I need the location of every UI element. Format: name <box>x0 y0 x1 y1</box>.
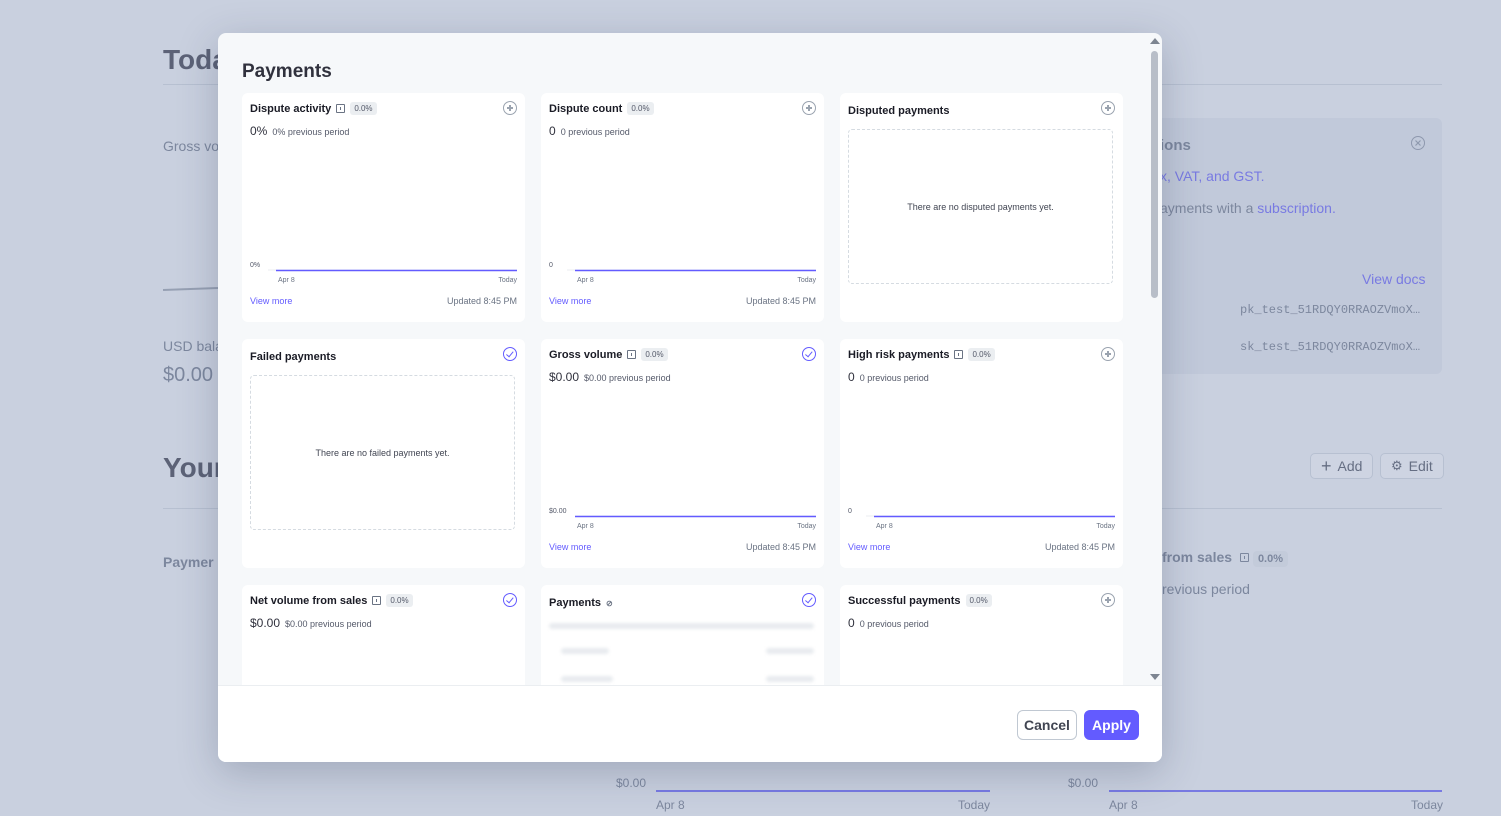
widget-chart <box>575 515 816 518</box>
widget-high-risk-payments[interactable]: High risk payments 0.0% 00 previous perio… <box>840 339 1123 568</box>
info-icon <box>372 596 382 605</box>
modal-title: Payments <box>242 61 332 82</box>
widget-payments[interactable]: Payments ⊘ <box>541 585 824 685</box>
view-more-link[interactable]: View more <box>549 542 591 552</box>
y-axis-zero: 0% <box>250 262 261 269</box>
eye-off-icon: ⊘ <box>605 598 613 608</box>
widget-dispute-activity[interactable]: Dispute activity 0.0% 0% 0% previous perio… <box>242 93 525 322</box>
cancel-button[interactable]: Cancel <box>1017 710 1077 740</box>
previous-value: 0 previous period <box>859 619 929 629</box>
modal-footer: Cancel Apply <box>218 685 1162 762</box>
widget-title: Disputed payments <box>848 105 950 117</box>
placeholder-row <box>766 676 814 682</box>
view-more-link[interactable]: View more <box>250 296 292 306</box>
x-axis-end: Today <box>797 277 816 284</box>
y-axis-zero: 0 <box>848 508 852 515</box>
updated-time: Updated 8:45 PM <box>745 296 816 306</box>
placeholder-row <box>561 648 609 654</box>
widget-failed-payments[interactable]: Failed payments There are no failed paym… <box>242 339 525 568</box>
y-axis-zero: $0.00 <box>549 508 567 515</box>
check-circle-icon[interactable] <box>802 593 816 607</box>
payments-widget-modal: Payments Dispute activity 0.0% 0% 0% previ… <box>218 33 1162 762</box>
widget-title: Failed payments <box>250 351 337 363</box>
updated-time: Updated 8:45 PM <box>745 542 816 552</box>
current-value: 0 <box>848 616 855 630</box>
widget-title-text: Net volume from sales <box>250 594 368 607</box>
x-axis-start: Apr 8 <box>278 277 295 284</box>
widget-chart <box>866 515 1115 518</box>
widget-title: Successful payments 0.0% <box>848 594 992 607</box>
plus-circle-icon[interactable] <box>1101 593 1115 607</box>
change-badge: 0.0% <box>965 594 992 607</box>
scrollbar-thumb[interactable] <box>1151 51 1158 298</box>
scroll-down-icon[interactable] <box>1150 674 1160 680</box>
scroll-up-icon[interactable] <box>1150 38 1160 44</box>
view-more-link[interactable]: View more <box>848 542 890 552</box>
y-axis-zero: 0 <box>549 262 553 269</box>
empty-state: There are no disputed payments yet. <box>848 129 1113 284</box>
updated-time: Updated 8:45 PM <box>1044 542 1115 552</box>
change-badge: 0.0% <box>386 594 413 607</box>
empty-state: There are no failed payments yet. <box>250 375 515 530</box>
previous-value: $0.00 previous period <box>285 619 372 629</box>
widget-gross-volume[interactable]: Gross volume 0.0% $0.00 $0.00 previous per… <box>541 339 824 568</box>
check-circle-icon[interactable] <box>503 593 517 607</box>
widget-chart <box>268 269 517 272</box>
widget-title-text: Successful payments <box>848 594 961 607</box>
x-axis-start: Apr 8 <box>876 523 893 530</box>
x-axis-end: Today <box>1096 523 1115 530</box>
widget-successful-payments[interactable]: Successful payments 0.0% 0 0 previous peri… <box>840 585 1123 685</box>
widget-disputed-payments[interactable]: Disputed payments There are no disputed … <box>840 93 1123 322</box>
widget-chart <box>567 269 816 272</box>
placeholder-row <box>561 676 613 682</box>
widget-title-text: Payments <box>549 597 601 609</box>
widget-value: $0.00 $0.00 previous period <box>250 616 372 630</box>
apply-button[interactable]: Apply <box>1084 710 1139 740</box>
widget-title: Payments ⊘ <box>549 597 613 609</box>
x-axis-end: Today <box>797 523 816 530</box>
x-axis-end: Today <box>498 277 517 284</box>
modal-scrollbar[interactable] <box>1147 33 1162 685</box>
widget-scroll-area[interactable]: Payments Dispute activity 0.0% 0% 0% previ… <box>218 33 1162 685</box>
widget-net-volume-from-sales[interactable]: Net volume from sales 0.0% $0.00 $0.00 pre… <box>242 585 525 685</box>
current-value: $0.00 <box>250 616 281 630</box>
x-axis-start: Apr 8 <box>577 277 594 284</box>
view-more-link[interactable]: View more <box>549 296 591 306</box>
x-axis-start: Apr 8 <box>577 523 594 530</box>
updated-time: Updated 8:45 PM <box>446 296 517 306</box>
placeholder-row <box>549 623 814 629</box>
check-circle-icon[interactable] <box>503 347 517 361</box>
widget-dispute-count[interactable]: Dispute count 0.0% 00 previous period 0 A… <box>541 93 824 322</box>
widget-title: Net volume from sales 0.0% <box>250 594 413 607</box>
plus-circle-icon[interactable] <box>1101 101 1115 115</box>
placeholder-row <box>766 648 814 654</box>
widget-value: 0 0 previous period <box>848 616 929 630</box>
